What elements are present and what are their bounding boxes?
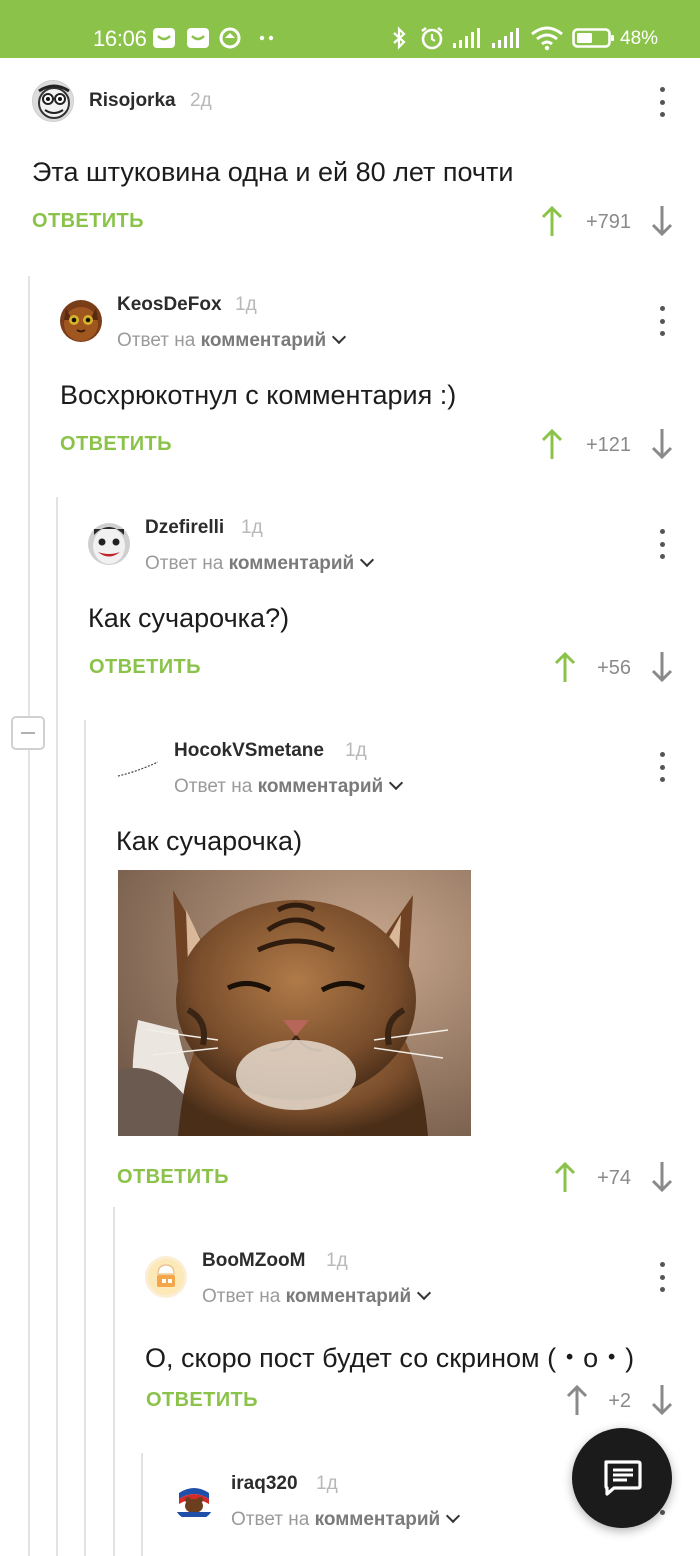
avatar[interactable] — [173, 1479, 215, 1521]
alarm-icon — [419, 26, 445, 50]
wifi-icon — [530, 26, 564, 51]
bluetooth-icon — [390, 26, 408, 50]
status-time: 16:06 — [93, 26, 147, 51]
author-name[interactable]: BooMZooM — [202, 1250, 305, 1272]
reply-to-target[interactable]: комментарий — [286, 1286, 412, 1307]
upvote-icon[interactable] — [541, 205, 563, 237]
comment-text: Эта штуковина одна и ей 80 лет почти — [32, 157, 514, 187]
comment-text: Как сучарочка?) — [88, 603, 290, 633]
reply-button[interactable]: ОТВЕТИТЬ — [146, 1389, 258, 1412]
vote-score: +121 — [585, 434, 631, 456]
downvote-icon[interactable] — [651, 651, 673, 683]
vote-score: +791 — [585, 211, 631, 233]
thread-line — [113, 1207, 115, 1556]
comment-age: 1д — [241, 517, 263, 538]
comment-age: 1д — [345, 740, 367, 761]
reply-to-target[interactable]: комментарий — [229, 553, 355, 574]
avatar[interactable] — [116, 746, 158, 788]
downvote-icon[interactable] — [651, 1161, 673, 1193]
thread-line — [141, 1453, 143, 1556]
reply-to-target[interactable]: комментарий — [258, 776, 384, 797]
chevron-down-icon[interactable] — [389, 775, 404, 791]
more-options-icon[interactable] — [650, 529, 674, 559]
avatar[interactable] — [145, 1256, 187, 1298]
vote-score: +74 — [597, 1167, 631, 1189]
message-notification-icon — [152, 27, 176, 49]
downvote-icon[interactable] — [651, 428, 673, 460]
comment-age: 1д — [316, 1473, 338, 1494]
reply-button[interactable]: ОТВЕТИТЬ — [89, 656, 201, 679]
comment-text: Восхрюкотнул с комментария :) — [60, 380, 457, 410]
author-name[interactable]: iraq320 — [231, 1473, 298, 1495]
reply-to-link[interactable]: Ответ на комментарий — [202, 1285, 432, 1308]
comment-age: 1д — [326, 1250, 348, 1271]
signal-icon — [491, 27, 523, 49]
comment-image-cat[interactable] — [118, 870, 471, 1136]
reply-to-target[interactable]: комментарий — [201, 330, 327, 351]
thread-line — [28, 276, 30, 1556]
reply-to-target[interactable]: комментарий — [315, 1509, 441, 1530]
reply-to-prefix: Ответ на — [231, 1509, 310, 1530]
downvote-icon[interactable] — [651, 1384, 673, 1416]
more-options-icon[interactable] — [650, 752, 674, 782]
reply-to-link[interactable]: Ответ на комментарий — [174, 775, 404, 798]
reply-button[interactable]: ОТВЕТИТЬ — [117, 1166, 229, 1189]
chevron-down-icon[interactable] — [360, 552, 375, 568]
status-bar: 16:06 48% — [0, 0, 700, 58]
chevron-down-icon[interactable] — [332, 329, 347, 345]
collapse-thread-button[interactable] — [11, 716, 45, 750]
reply-to-link[interactable]: Ответ на комментарий — [231, 1508, 461, 1531]
author-name[interactable]: Dzefirelli — [145, 517, 224, 539]
comment-age: 1д — [235, 294, 257, 315]
vote-score: +56 — [597, 657, 631, 679]
more-options-icon[interactable] — [650, 306, 674, 336]
battery-percent: 48% — [620, 28, 659, 49]
reply-to-prefix: Ответ на — [117, 330, 196, 351]
thread-line — [56, 497, 58, 1556]
reply-to-prefix: Ответ на — [145, 553, 224, 574]
reply-to-link[interactable]: Ответ на комментарий — [117, 329, 347, 352]
avatar[interactable] — [32, 80, 74, 122]
vote-score: +2 — [608, 1390, 631, 1412]
comment-icon — [604, 1460, 642, 1496]
reply-button[interactable]: ОТВЕТИТЬ — [32, 210, 144, 233]
message-notification-icon — [186, 27, 210, 49]
reply-to-prefix: Ответ на — [174, 776, 253, 797]
reply-to-link[interactable]: Ответ на комментарий — [145, 552, 375, 575]
avatar[interactable] — [88, 523, 130, 565]
more-options-icon[interactable] — [650, 1262, 674, 1292]
author-name[interactable]: HocokVSmetane — [174, 740, 324, 762]
downvote-icon[interactable] — [651, 205, 673, 237]
signal-icon — [452, 27, 484, 49]
comment-age: 2д — [190, 90, 212, 111]
more-notifications-icon — [258, 27, 276, 49]
avatar[interactable] — [60, 300, 102, 342]
reply-button[interactable]: ОТВЕТИТЬ — [60, 433, 172, 456]
thread-line — [84, 720, 86, 1556]
reply-to-prefix: Ответ на — [202, 1286, 281, 1307]
chevron-down-icon[interactable] — [446, 1508, 461, 1524]
upvote-icon[interactable] — [541, 428, 563, 460]
more-options-icon[interactable] — [650, 87, 674, 117]
comment-text: О, скоро пост будет со скрином (・o・) — [145, 1343, 635, 1373]
battery-icon — [572, 27, 616, 49]
new-comment-fab[interactable] — [572, 1428, 672, 1528]
author-name[interactable]: KeosDeFox — [117, 294, 222, 316]
author-name[interactable]: Risojorka — [89, 90, 176, 112]
sync-icon — [218, 27, 242, 49]
comment-text: Как сучарочка) — [116, 826, 303, 856]
chevron-down-icon[interactable] — [417, 1285, 432, 1301]
